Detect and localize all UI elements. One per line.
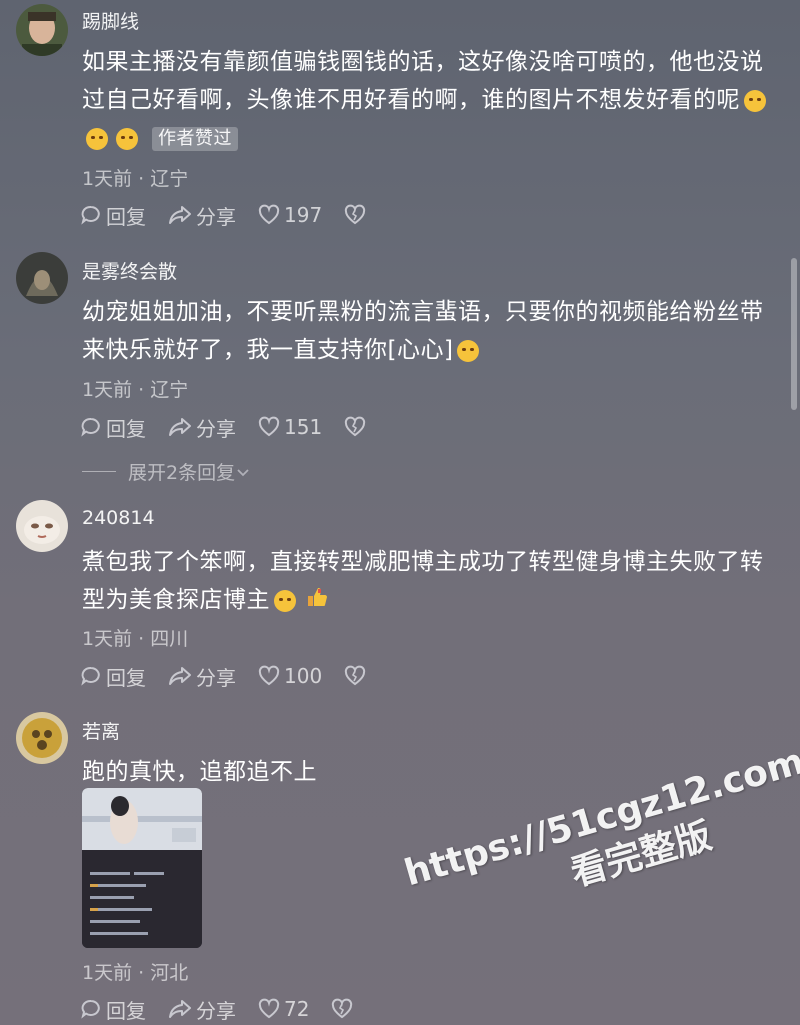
comment-meta: 1天前 · 辽宁 (82, 168, 189, 190)
dislike-button[interactable] (344, 204, 370, 226)
avatar[interactable] (16, 4, 68, 56)
comment-text: 煮包我了个笨啊，直接转型减肥博主成功了转型健身博主失败了转型为美食探店博主 (82, 543, 782, 620)
share-button[interactable]: 分享 (168, 995, 236, 1024)
share-icon (169, 206, 191, 224)
reply-icon (81, 418, 100, 437)
laugh-cry-emoji (86, 127, 108, 150)
reply-icon (81, 206, 100, 225)
share-button[interactable]: 分享 (168, 662, 236, 691)
like-count: 151 (284, 415, 323, 439)
smile-emoji (457, 339, 480, 362)
comment-actions: 回复 分享 197 (80, 200, 392, 230)
dislike-button[interactable] (344, 416, 370, 438)
broken-heart-icon (345, 416, 366, 437)
laugh-cry-emoji (744, 89, 766, 112)
reply-button[interactable]: 回复 (80, 662, 146, 691)
share-icon (169, 1000, 191, 1018)
laugh-cry-emoji (116, 127, 138, 150)
comment-meta: 1天前 · 四川 (82, 628, 189, 650)
username[interactable]: 240814 (82, 507, 155, 529)
like-button[interactable]: 72 (258, 997, 309, 1021)
comment-body: 煮包我了个笨啊，直接转型减肥博主成功了转型健身博主失败了转型为美食探店博主 (82, 549, 764, 613)
broken-heart-icon (345, 665, 366, 686)
share-label: 分享 (196, 665, 236, 690)
grimace-emoji (274, 589, 296, 612)
expand-replies-label: 展开2条回复 (128, 462, 236, 484)
share-label: 分享 (196, 204, 236, 229)
reply-button[interactable]: 回复 (80, 201, 146, 230)
comment-image[interactable] (82, 788, 202, 948)
reply-label: 回复 (106, 998, 146, 1023)
share-button[interactable]: 分享 (168, 413, 236, 442)
comment-text: 幼宠姐姐加油，不要听黑粉的流言蜚语，只要你的视频能给粉丝带来快乐就好了，我一直支… (82, 293, 782, 369)
like-button[interactable]: 197 (258, 203, 322, 227)
reply-icon (81, 1000, 100, 1019)
share-label: 分享 (196, 416, 236, 441)
share-label: 分享 (196, 998, 236, 1023)
avatar[interactable] (16, 712, 68, 764)
comment-body: 跑的真快，追都追不上 (82, 759, 317, 785)
comment-meta: 1天前 · 河北 (82, 962, 189, 984)
dislike-button[interactable] (331, 998, 357, 1020)
dislike-button[interactable] (344, 665, 370, 687)
username[interactable]: 若离 (82, 717, 120, 744)
scrollbar[interactable] (791, 258, 797, 410)
share-icon (169, 418, 191, 436)
avatar[interactable] (16, 500, 68, 552)
heart-icon (258, 416, 280, 437)
comment-meta: 1天前 · 辽宁 (82, 379, 189, 401)
comment-body: 幼宠姐姐加油，不要听黑粉的流言蜚语，只要你的视频能给粉丝带来快乐就好了，我一直支… (82, 299, 764, 363)
username[interactable]: 踢脚线 (82, 7, 139, 34)
like-button[interactable]: 100 (258, 664, 322, 688)
reply-button[interactable]: 回复 (80, 413, 146, 442)
expand-replies-button[interactable]: 展开2条回复 (82, 458, 251, 485)
broken-heart-icon (332, 998, 353, 1019)
heart-icon (258, 204, 280, 225)
comment-actions: 回复 分享 151 (80, 412, 392, 442)
heart-icon (258, 665, 280, 686)
reply-label: 回复 (106, 416, 146, 441)
chevron-down-icon (237, 468, 249, 476)
divider (82, 471, 116, 472)
comment-actions: 回复 分享 72 (80, 994, 379, 1024)
like-count: 72 (284, 997, 310, 1021)
comment-actions: 回复 分享 100 (80, 661, 392, 691)
like-button[interactable]: 151 (258, 415, 322, 439)
username[interactable]: 是雾终会散 (82, 257, 177, 284)
share-icon (169, 667, 191, 685)
broken-heart-icon (345, 204, 366, 225)
thumbs-up-emoji (306, 582, 328, 620)
heart-icon (258, 998, 280, 1019)
like-count: 100 (284, 664, 323, 688)
reply-button[interactable]: 回复 (80, 995, 146, 1024)
comment-text: 如果主播没有靠颜值骗钱圈钱的话，这好像没啥可喷的，他也没说过自己好看啊，头像谁不… (82, 43, 782, 157)
like-count: 197 (284, 203, 323, 227)
comment-body: 如果主播没有靠颜值骗钱圈钱的话，这好像没啥可喷的，他也没说过自己好看啊，头像谁不… (82, 49, 764, 113)
author-liked-badge: 作者赞过 (152, 126, 238, 151)
reply-icon (81, 667, 100, 686)
avatar[interactable] (16, 252, 68, 304)
reply-label: 回复 (106, 665, 146, 690)
reply-label: 回复 (106, 204, 146, 229)
share-button[interactable]: 分享 (168, 201, 236, 230)
